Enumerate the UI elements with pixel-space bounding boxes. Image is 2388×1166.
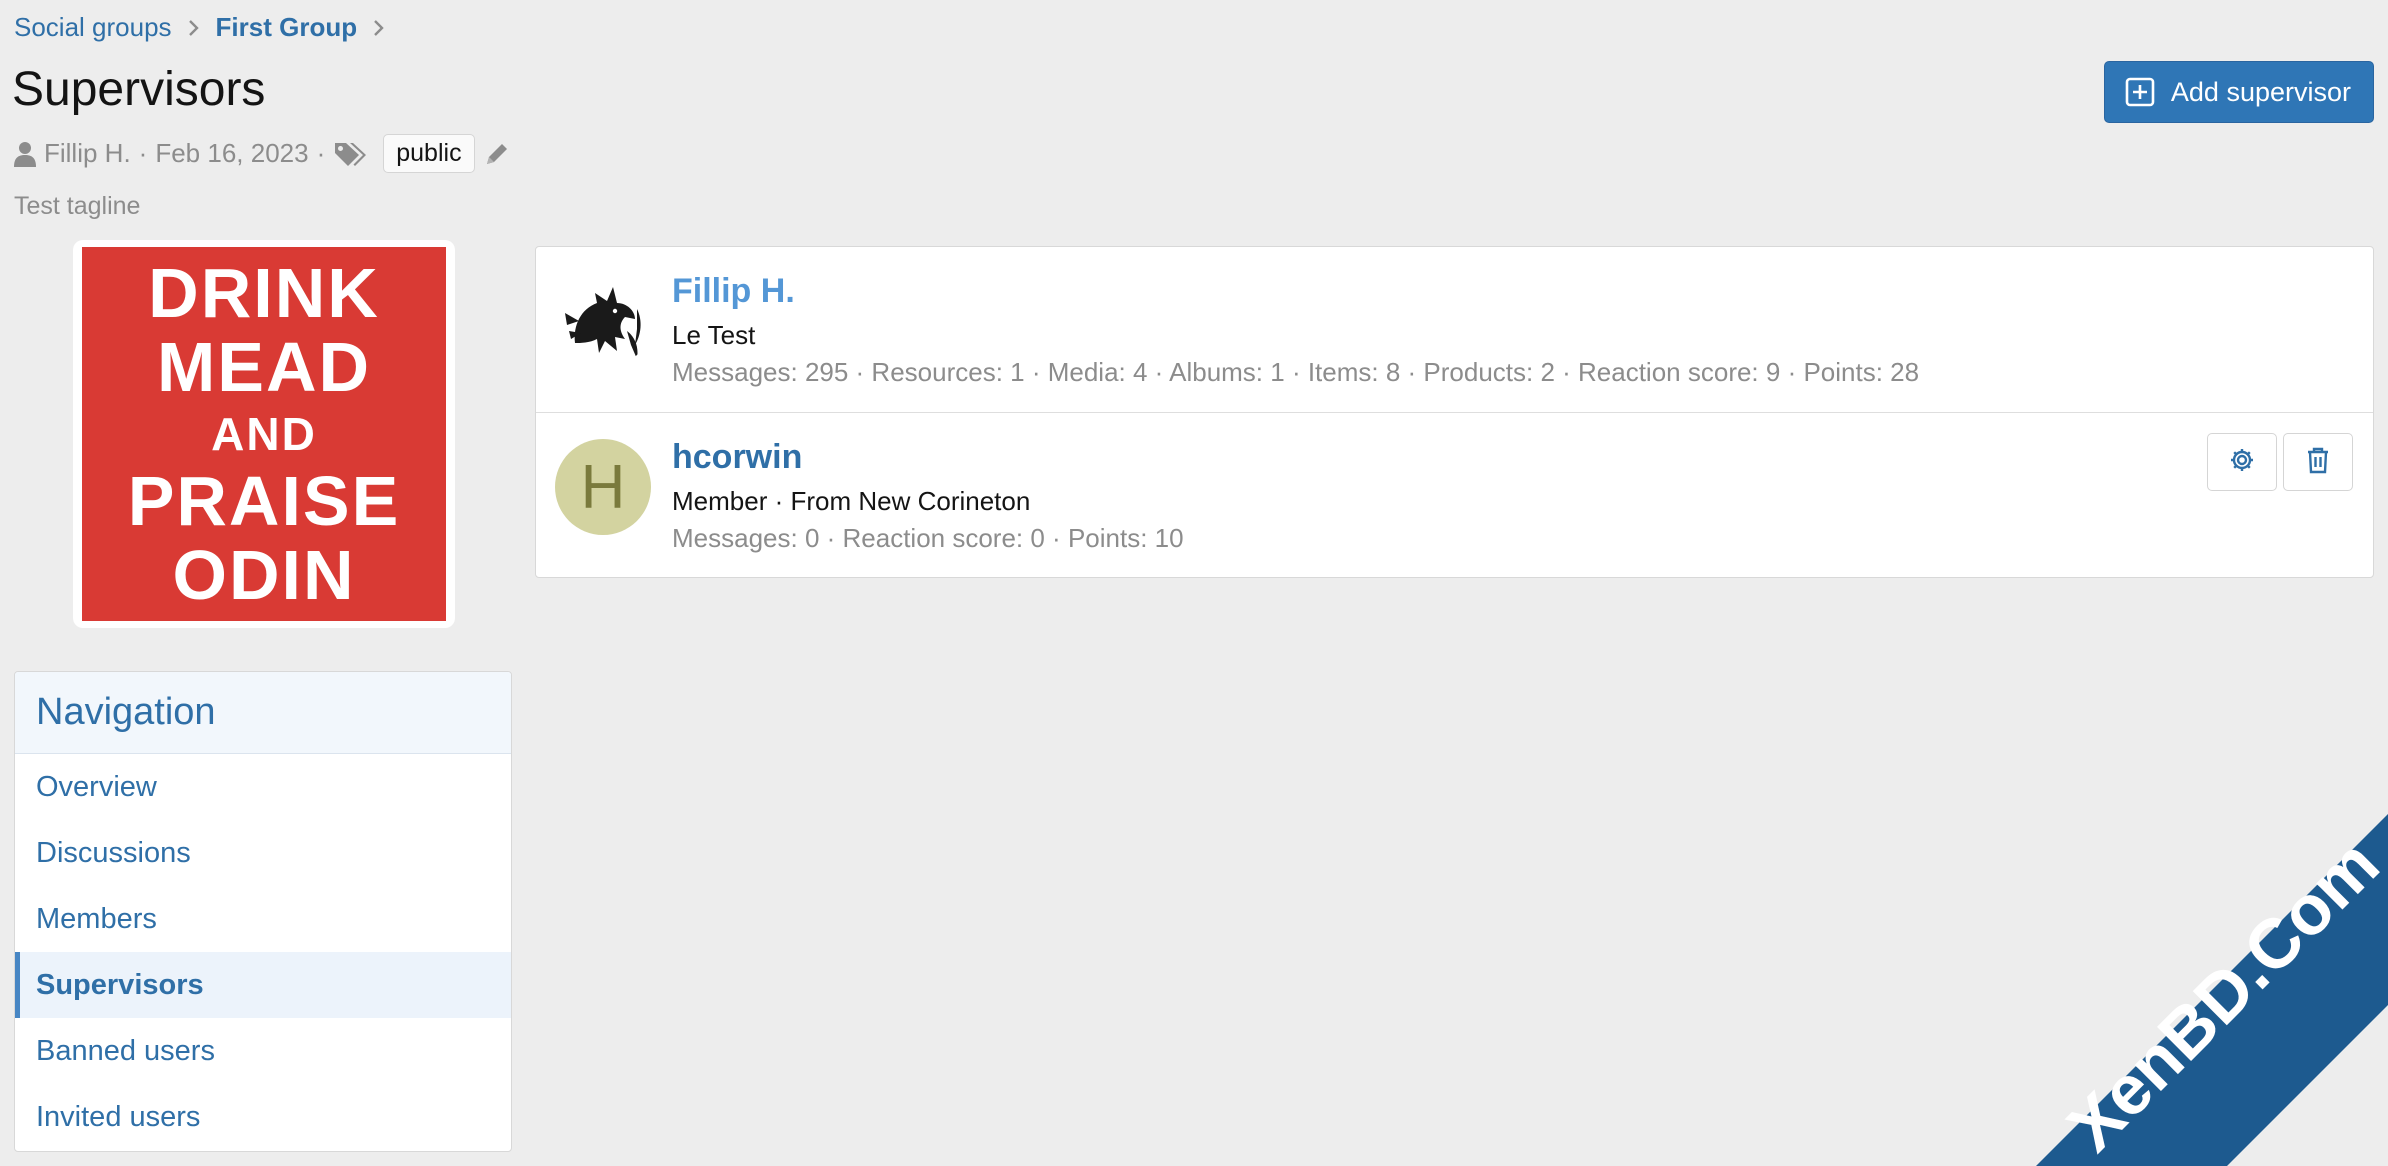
meta-separator: · <box>316 138 326 168</box>
trash-icon <box>2306 446 2330 479</box>
group-image-line: AND <box>211 408 317 460</box>
list-item: H hcorwin Member · From New Corineton Me… <box>536 412 2373 577</box>
chevron-right-icon <box>369 18 389 38</box>
chevron-right-icon <box>184 18 204 38</box>
page-title: Supervisors <box>12 63 266 116</box>
supervisor-list: Fillip H. Le Test Messages: 295 · Resour… <box>535 246 2374 578</box>
meta-date[interactable]: Feb 16, 2023 <box>155 138 308 169</box>
nav-item-invited-users[interactable]: Invited users <box>15 1084 511 1150</box>
user-stats: Messages: 0 · Reaction score: 0 · Points… <box>672 523 1184 553</box>
meta-separator: · <box>138 138 148 168</box>
list-item: Fillip H. Le Test Messages: 295 · Resour… <box>536 247 2373 412</box>
dragon-avatar-icon[interactable] <box>555 273 651 369</box>
group-tagline: Test tagline <box>14 192 141 220</box>
add-supervisor-label: Add supervisor <box>2170 76 2351 107</box>
breadcrumb-social-groups[interactable]: Social groups <box>14 12 172 43</box>
user-title: Member · From New Corineton <box>672 486 1031 516</box>
nav-item-overview[interactable]: Overview <box>15 754 511 820</box>
nav-item-supervisors[interactable]: Supervisors <box>15 952 511 1018</box>
group-meta: Fillip H. · Feb 16, 2023 · public <box>14 134 511 173</box>
avatar[interactable]: H <box>555 439 651 535</box>
breadcrumb: Social groups First Group <box>14 12 401 43</box>
group-image-line: PRAISE <box>127 462 401 540</box>
user-icon <box>14 141 36 167</box>
watermark-text: XenBD.Com <box>2052 824 2388 1165</box>
group-avatar-image: DRINK MEAD AND PRAISE ODIN <box>82 247 446 621</box>
navigation-block: Navigation Overview Discussions Members … <box>14 671 512 1152</box>
gear-icon <box>2229 447 2255 478</box>
plus-square-icon <box>2125 77 2155 107</box>
pencil-icon[interactable] <box>483 140 511 168</box>
nav-item-banned-users[interactable]: Banned users <box>15 1018 511 1084</box>
navigation-title: Navigation <box>15 672 511 754</box>
user-title: Le Test <box>672 320 756 350</box>
tags-icon <box>333 141 367 167</box>
breadcrumb-first-group[interactable]: First Group <box>216 12 358 43</box>
user-name-link[interactable]: hcorwin <box>672 438 802 477</box>
group-avatar[interactable]: DRINK MEAD AND PRAISE ODIN <box>73 240 455 628</box>
user-stats: Messages: 295 · Resources: 1 · Media: 4 … <box>672 357 1920 387</box>
user-name-link[interactable]: Fillip H. <box>672 272 795 311</box>
group-image-line: ODIN <box>172 536 356 614</box>
add-supervisor-button[interactable]: Add supervisor <box>2103 61 2374 123</box>
meta-author[interactable]: Fillip H. <box>44 138 131 169</box>
group-image-line: DRINK <box>148 254 380 332</box>
nav-item-members[interactable]: Members <box>15 886 511 952</box>
settings-button[interactable] <box>2207 433 2277 491</box>
row-actions <box>2207 433 2353 491</box>
delete-button[interactable] <box>2283 433 2353 491</box>
group-image-line: MEAD <box>156 328 372 406</box>
nav-item-discussions[interactable]: Discussions <box>15 820 511 886</box>
tag-public[interactable]: public <box>383 134 475 173</box>
